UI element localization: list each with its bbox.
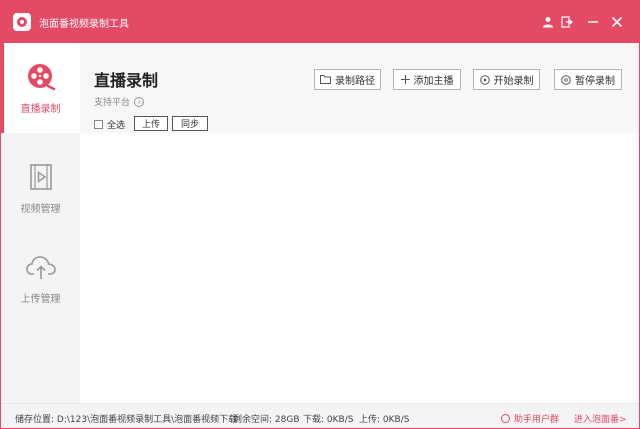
close-icon[interactable] xyxy=(608,13,626,31)
enter-site-link[interactable]: 进入泡面番> xyxy=(574,412,627,425)
folder-icon xyxy=(320,75,331,84)
sync-button[interactable]: 同步 xyxy=(172,116,208,131)
add-streamer-button[interactable]: 添加主播 xyxy=(393,69,461,90)
sidebar-item-label: 视频管理 xyxy=(20,203,61,215)
video-file-icon xyxy=(29,163,52,190)
sidebar-item-live-recording[interactable]: 直播录制 xyxy=(1,43,80,133)
user-icon[interactable] xyxy=(539,13,557,31)
select-all-checkbox[interactable]: 全选 xyxy=(94,118,125,131)
app-title: 泡面番视频录制工具 xyxy=(39,19,129,30)
start-recording-label: 开始录制 xyxy=(493,76,534,87)
page-header: 直播录制 支持平台 i 录制路径 添加主播 开始录制 暂停录制 全选 上传 同步 xyxy=(80,43,639,133)
minimize-icon[interactable] xyxy=(584,13,602,31)
logout-icon[interactable] xyxy=(558,13,576,31)
supported-platforms: 支持平台 i xyxy=(94,95,145,108)
user-group-link[interactable]: 助手用户群 xyxy=(501,412,559,425)
add-streamer-label: 添加主播 xyxy=(413,76,454,87)
upload-speed: 上传: 0KB/S xyxy=(359,415,410,425)
pause-circle-icon xyxy=(561,74,571,85)
pause-recording-button[interactable]: 暂停录制 xyxy=(554,69,622,90)
app-window: 泡面番视频录制工具 直播录制 视频管理 上传管理 直播录制 支持平台 i 录制路… xyxy=(0,0,640,429)
storage-path: 储存位置: D:\123\泡面番视频录制工具\泡面番视频下载 xyxy=(15,415,238,425)
upload-button[interactable]: 上传 xyxy=(134,116,168,131)
plus-icon xyxy=(400,75,410,84)
supported-platforms-label: 支持平台 xyxy=(94,98,131,108)
free-space: 剩余空间: 28GB xyxy=(233,415,300,425)
film-reel-icon xyxy=(27,63,55,90)
title-bar: 泡面番视频录制工具 xyxy=(1,1,639,43)
app-logo-icon xyxy=(13,13,31,31)
pause-recording-label: 暂停录制 xyxy=(575,76,615,87)
recording-list xyxy=(80,133,639,403)
cloud-upload-icon xyxy=(25,255,56,279)
sidebar-item-video-management[interactable]: 视频管理 xyxy=(1,143,80,233)
user-group-label: 助手用户群 xyxy=(514,415,560,425)
download-speed: 下载: 0KB/S xyxy=(303,415,354,425)
record-path-button[interactable]: 录制路径 xyxy=(314,69,381,90)
page-title: 直播录制 xyxy=(94,71,159,90)
select-all-label: 全选 xyxy=(107,121,126,131)
sidebar: 直播录制 视频管理 上传管理 xyxy=(1,43,80,403)
sidebar-item-upload-management[interactable]: 上传管理 xyxy=(1,233,80,323)
record-path-label: 录制路径 xyxy=(335,76,375,87)
checkbox-box[interactable] xyxy=(94,120,103,129)
start-recording-button[interactable]: 开始录制 xyxy=(473,69,540,90)
status-bar: 储存位置: D:\123\泡面番视频录制工具\泡面番视频下载 剩余空间: 28G… xyxy=(1,403,639,428)
sidebar-item-label: 直播录制 xyxy=(20,103,61,115)
info-icon[interactable]: i xyxy=(134,96,145,107)
play-circle-icon xyxy=(479,74,490,85)
group-icon xyxy=(501,414,510,423)
sidebar-item-label: 上传管理 xyxy=(20,293,61,305)
